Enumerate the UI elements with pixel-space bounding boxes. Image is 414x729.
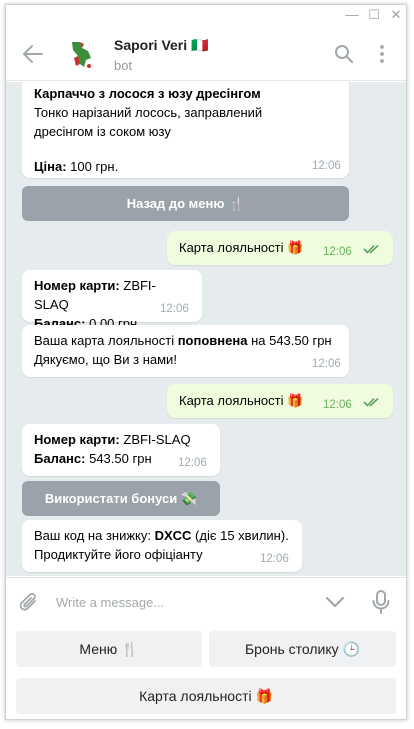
message-outgoing: Карта лояльності 🎁 12:06 [167, 384, 393, 418]
message-time: 12:06 [312, 160, 341, 172]
reply-keyboard: Меню 🍴 Бронь столику 🕒 Карта лояльності … [6, 625, 406, 719]
back-to-menu-button[interactable]: Назад до меню 🍴 [22, 186, 349, 221]
message-text: Ваша карта лояльності поповнена на 543.5… [34, 333, 332, 348]
message-discount-code: Ваш код на знижку: DXCC (діє 15 хвилин).… [22, 520, 302, 572]
use-bonuses-button[interactable]: Використати бонуси 💸 [22, 481, 220, 516]
maximize-button[interactable]: ☐ [366, 7, 382, 23]
message-time: 12:06 [260, 553, 289, 565]
minimize-button[interactable]: — [344, 7, 360, 23]
message-list: Карпаччо з лосося з юзу дресінгом Тонко … [6, 82, 406, 576]
dish-description-line: Тонко нарізаний лосось, заправлений [34, 105, 263, 120]
back-arrow-icon[interactable] [22, 44, 44, 64]
keyboard-menu-button[interactable]: Меню 🍴 [16, 631, 202, 667]
message-topup: Ваша карта лояльності поповнена на 543.5… [22, 325, 349, 377]
double-check-icon [363, 397, 379, 407]
message-outgoing: Карта лояльності 🎁 12:06 [167, 231, 393, 265]
title-bar: — ☐ ✕ [6, 5, 406, 27]
message-text: Дякуємо, що Ви з нами! [34, 352, 177, 367]
keyboard-booking-button[interactable]: Бронь столику 🕒 [209, 631, 396, 667]
chevron-down-icon[interactable] [324, 592, 346, 612]
message-card-info: Номер карти: ZBFI-SLAQ Баланс: 0.00 грн … [22, 270, 202, 331]
microphone-icon[interactable] [370, 589, 392, 615]
message-time: 12:06 [312, 358, 341, 370]
message-text: Карта лояльності 🎁 [179, 393, 304, 408]
message-time: 12:06 [178, 457, 207, 469]
chat-title: Sapori Veri 🇮🇹 [114, 37, 209, 53]
dish-price: Ціна: 100 грн. [34, 159, 119, 174]
message-time: 12:06 [323, 246, 352, 258]
telegram-window: — ☐ ✕ Sapori Veri 🇮🇹 bot Карпаччо з лосо… [5, 4, 407, 720]
message-input[interactable] [56, 591, 306, 613]
dish-title: Карпаччо з лосося з юзу дресінгом [34, 86, 261, 101]
attach-icon[interactable] [18, 591, 40, 613]
card-number: Номер карти: ZBFI-SLAQ [34, 432, 191, 447]
message-time: 12:06 [160, 303, 189, 315]
message-composer [6, 577, 406, 625]
message-text: Продиктуйте його офіціанту [34, 547, 203, 562]
message-text: Карта лояльності 🎁 [179, 240, 304, 255]
avatar[interactable] [64, 36, 100, 72]
message-text: Ваш код на знижку: DXCC (діє 15 хвилин). [34, 528, 289, 543]
message-card-info: Номер карти: ZBFI-SLAQ Баланс: 543.50 гр… [22, 424, 220, 476]
dish-description-line: дресінгом із соком юзу [34, 124, 171, 139]
message-time: 12:06 [323, 399, 352, 411]
double-check-icon [363, 244, 379, 254]
more-vertical-icon[interactable] [372, 44, 392, 64]
chat-header: Sapori Veri 🇮🇹 bot [6, 27, 406, 81]
message-dish-description: Карпаччо з лосося з юзу дресінгом Тонко … [22, 82, 349, 178]
close-window-button[interactable]: ✕ [388, 7, 404, 23]
chat-status: bot [114, 58, 133, 73]
search-icon[interactable] [334, 44, 354, 64]
keyboard-loyalty-button[interactable]: Карта лояльності 🎁 [16, 678, 396, 714]
